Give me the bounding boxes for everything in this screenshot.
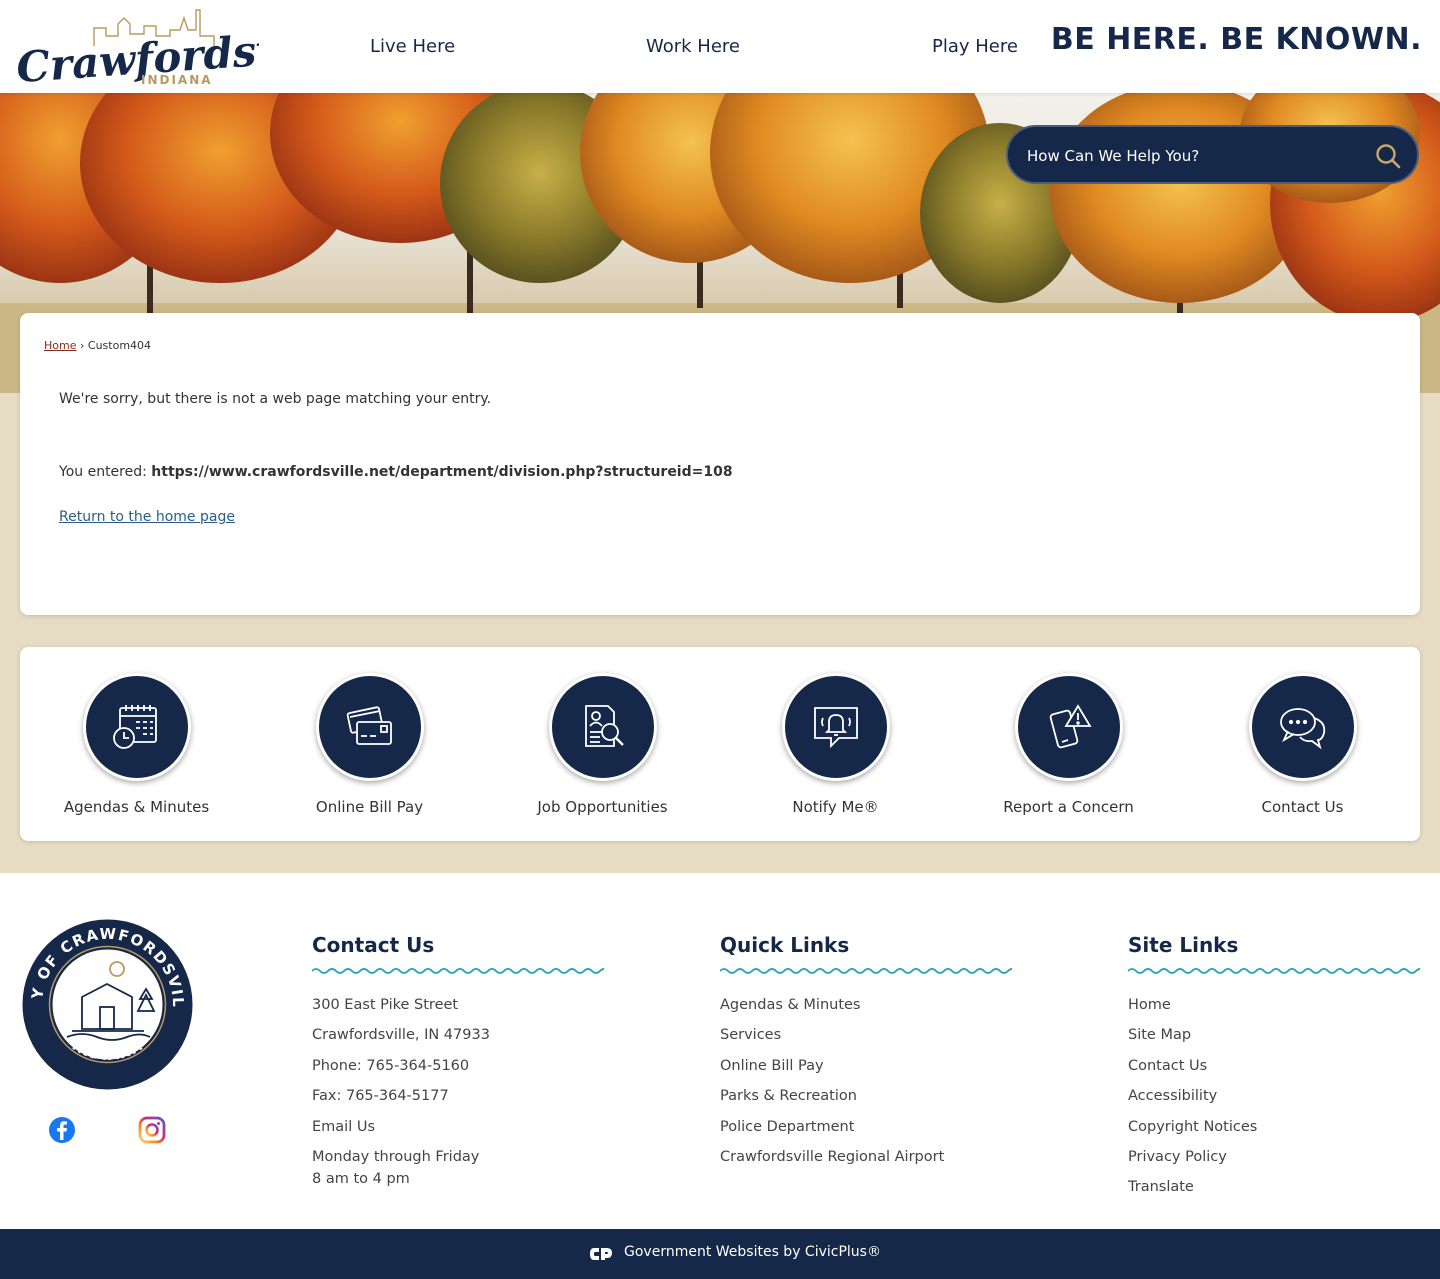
quick-link-label: Report a Concern [1003, 798, 1134, 816]
quick-link-circle [782, 673, 890, 781]
content-card: Home › Custom404 We're sorry, but there … [20, 313, 1420, 615]
wave-divider [1128, 968, 1420, 974]
footer-site-link[interactable]: Copyright Notices [1128, 1117, 1420, 1147]
breadcrumb: Home › Custom404 [44, 339, 151, 352]
quick-link-label: Job Opportunities [537, 798, 668, 816]
search-input[interactable] [1027, 144, 1357, 168]
search-bar [1006, 125, 1419, 184]
footer-quick-link[interactable]: Crawfordsville Regional Airport [720, 1147, 1012, 1177]
search-icon[interactable] [1375, 143, 1401, 169]
footer-hours-time: 8 am to 4 pm [312, 1170, 410, 1187]
footer-site-links-column: Site Links Home Site Map Contact Us Acce… [1128, 933, 1420, 1208]
quick-link-report-concern[interactable]: Report a Concern [952, 647, 1185, 841]
footer-quick-link[interactable]: Online Bill Pay [720, 1056, 1012, 1086]
logo-wordmark: Crawfordsville [15, 20, 259, 88]
tagline: BE HERE. BE KNOWN. [1050, 22, 1422, 57]
footer-quick-links-title: Quick Links [720, 933, 850, 957]
entered-url-line: You entered: https://www.crawfordsville.… [59, 464, 733, 480]
breadcrumb-separator: › [79, 339, 85, 352]
footer-site-link[interactable]: Translate [1128, 1177, 1420, 1207]
quick-link-circle [1015, 673, 1123, 781]
quick-link-contact-us[interactable]: Contact Us [1186, 647, 1419, 841]
site-header: Crawfordsville INDIANA Live Here Work He… [0, 0, 1440, 93]
footer-site-link[interactable]: Site Map [1128, 1025, 1420, 1055]
entered-label: You entered: [59, 464, 147, 480]
footer-quick-link[interactable]: Agendas & Minutes [720, 995, 1012, 1025]
calendar-clock-icon [113, 705, 157, 749]
quick-link-agendas[interactable]: Agendas & Minutes [20, 647, 253, 841]
quick-link-label: Contact Us [1261, 798, 1344, 816]
quick-links-bar: Agendas & Minutes Online Bill Pay Job Op… [20, 647, 1420, 841]
footer-quick-link[interactable]: Services [720, 1025, 1012, 1055]
crawfordsville-logo[interactable]: Crawfordsville INDIANA [14, 6, 357, 92]
footer-contact-column: Contact Us 300 East Pike Street Crawford… [312, 933, 604, 1199]
quick-link-jobs[interactable]: Job Opportunities [486, 647, 719, 841]
footer-address-city: Crawfordsville, IN 47933 [312, 1027, 490, 1044]
civicplus-bar: Government Websites by CivicPlus® [0, 1229, 1440, 1279]
phone-alert-icon [1049, 704, 1092, 749]
quick-link-circle [83, 673, 191, 781]
footer-fax: Fax: 765-364-5177 [312, 1088, 449, 1105]
footer-quick-link[interactable]: Police Department [720, 1117, 1012, 1147]
footer-quick-link[interactable]: Parks & Recreation [720, 1086, 1012, 1116]
civicplus-link[interactable]: Government Websites by CivicPlus® [624, 1244, 881, 1260]
instagram-icon[interactable] [138, 1116, 166, 1144]
nav-work-here[interactable]: Work Here [646, 36, 740, 57]
quick-link-bill-pay[interactable]: Online Bill Pay [253, 647, 486, 841]
wave-divider [720, 968, 1012, 974]
quick-link-circle [1249, 673, 1357, 781]
breadcrumb-current: Custom404 [87, 339, 152, 352]
footer-address-street: 300 East Pike Street [312, 997, 459, 1013]
footer-hours-days: Monday through Friday [312, 1148, 480, 1165]
quick-link-label: Online Bill Pay [315, 798, 424, 816]
nav-play-here[interactable]: Play Here [932, 36, 1018, 57]
bell-chat-icon [814, 707, 858, 749]
quick-link-label: Notify Me® [792, 798, 879, 816]
footer-site-link[interactable]: Contact Us [1128, 1056, 1420, 1086]
footer-site-link[interactable]: Privacy Policy [1128, 1147, 1420, 1177]
return-home-link[interactable]: Return to the home page [59, 509, 235, 525]
footer-site-links-title: Site Links [1128, 933, 1239, 957]
breadcrumb-home[interactable]: Home [44, 339, 76, 352]
logo-subtext: INDIANA [141, 73, 213, 87]
civicplus-logo-icon [590, 1248, 612, 1260]
chat-bubbles-icon [1280, 708, 1326, 750]
footer-site-link[interactable]: Home [1128, 995, 1420, 1025]
footer-email-link[interactable]: Email Us [312, 1117, 604, 1147]
quick-link-notify-me[interactable]: Notify Me® [719, 647, 952, 841]
nav-live-here[interactable]: Live Here [370, 36, 455, 57]
error-message: We're sorry, but there is not a web page… [59, 391, 492, 407]
credit-card-icon [346, 706, 392, 745]
footer-contact-title: Contact Us [312, 933, 435, 957]
facebook-icon[interactable] [48, 1116, 76, 1144]
site-footer: CITY OF CRAWFORDSVILLE INDIANA [0, 873, 1440, 1229]
document-search-icon [585, 705, 624, 747]
quick-link-circle [316, 673, 424, 781]
quick-link-label: Agendas & Minutes [63, 798, 210, 816]
entered-url: https://www.crawfordsville.net/departmen… [151, 464, 733, 480]
wave-divider [312, 968, 604, 974]
footer-quick-links-column: Quick Links Agendas & Minutes Services O… [720, 933, 1012, 1177]
footer-site-link[interactable]: Accessibility [1128, 1086, 1420, 1116]
city-seal-logo[interactable]: CITY OF CRAWFORDSVILLE INDIANA [22, 919, 193, 1090]
footer-phone[interactable]: Phone: 765-364-5160 [312, 1056, 604, 1086]
quick-link-circle [549, 673, 657, 781]
